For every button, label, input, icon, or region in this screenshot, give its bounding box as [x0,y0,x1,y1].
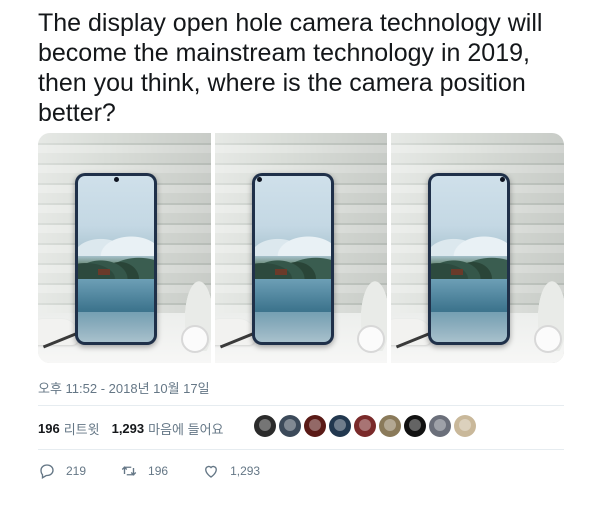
tweet-timestamp[interactable]: 오후 11:52 - 2018년 10월 17일 [38,378,210,397]
reply-icon [40,464,54,479]
divider [38,405,564,406]
tweet-stats: 196 리트윗 1,293 마음에 들어요 [38,416,224,440]
phone-mockup [75,173,157,345]
retweet-icon [121,466,137,476]
like-button[interactable]: 1,293 [202,462,260,480]
heart-icon [205,465,217,478]
retweet-count: 196 [148,464,169,478]
liker-avatar[interactable] [404,415,426,437]
likes-label[interactable]: 마음에 들어요 [148,419,223,438]
divider [38,449,564,450]
liker-avatar[interactable] [304,415,326,437]
camera-hole-left [256,177,262,182]
phone-mockup [428,173,511,345]
liker-avatar[interactable] [354,415,376,437]
retweet-button[interactable]: 196 [120,462,168,480]
tweet-media[interactable] [38,133,564,363]
liker-avatars [254,415,476,437]
retweets-count[interactable]: 196 [38,421,60,436]
camera-hole-center [113,177,119,182]
retweets-label[interactable]: 리트윗 [64,419,100,438]
liker-avatar[interactable] [329,415,351,437]
liker-avatar[interactable] [279,415,301,437]
liker-avatar[interactable] [429,415,451,437]
tweet-text: The display open hole camera technology … [38,9,543,127]
reply-count: 219 [66,464,87,478]
media-image-2[interactable] [214,133,388,363]
liker-avatar[interactable] [454,415,476,437]
liker-avatar[interactable] [254,415,276,437]
media-image-3[interactable] [391,133,564,363]
liker-avatar[interactable] [379,415,401,437]
tweet-actions: 219 196 1,293 [38,462,294,480]
media-image-1[interactable] [38,133,211,363]
phone-mockup [251,173,334,345]
like-count: 1,293 [230,464,261,478]
reply-button[interactable]: 219 [38,462,86,480]
likes-count[interactable]: 1,293 [112,421,145,436]
